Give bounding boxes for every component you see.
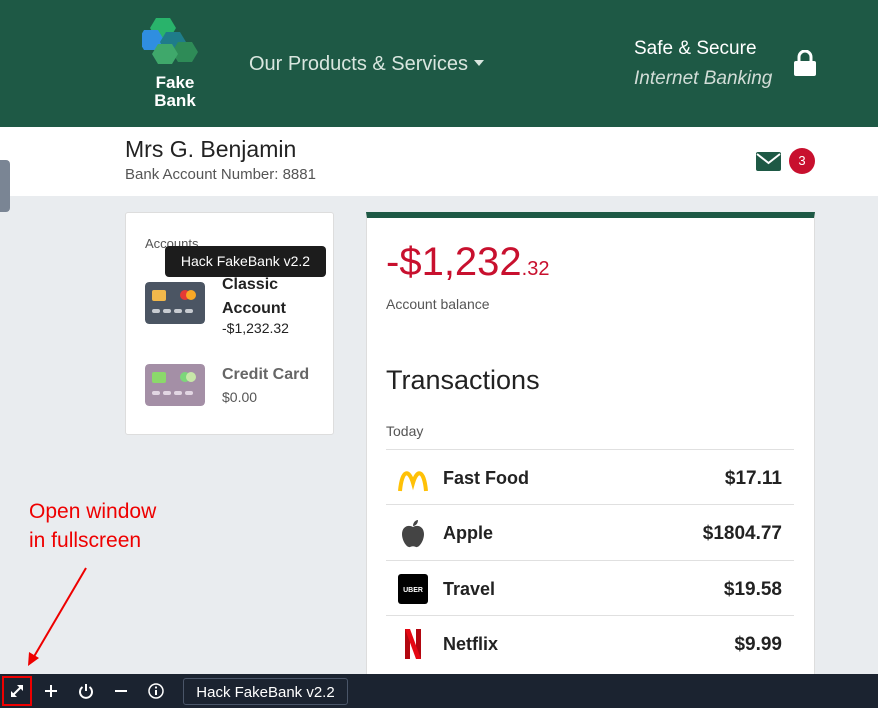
uber-icon: UBER [398,574,428,604]
info-button[interactable] [140,675,172,707]
transactions-title: Transactions [386,365,540,395]
side-drawer-handle[interactable] [0,160,10,212]
mail-icon[interactable] [756,152,781,171]
transaction-amount: $9.99 [734,634,782,655]
add-button[interactable] [35,675,67,707]
products-services-menu[interactable]: Our Products & Services [249,53,484,76]
netflix-icon [405,629,421,659]
transactions-group-today: Today [386,423,424,439]
plus-icon [45,685,57,697]
account-number: Bank Account Number: 8881 [125,166,316,183]
user-name: Mrs G. Benjamin [125,136,297,162]
account-item-classic[interactable]: Classic Account [222,273,312,321]
info-icon [148,683,164,699]
transaction-row[interactable]: UBER Travel $19.58 [386,560,794,616]
transaction-name: Apple [443,523,494,543]
svg-text:UBER: UBER [403,587,423,594]
minimize-button[interactable] [105,675,137,707]
internet-banking-text: Internet Banking [634,68,773,89]
transaction-name: Netflix [443,634,499,654]
tooltip: Hack FakeBank v2.2 [165,246,326,277]
transaction-row[interactable]: Netflix $9.99 [386,615,794,671]
annotation-arrow [28,567,87,666]
lock-icon [794,50,816,76]
transaction-name: Fast Food [443,468,529,488]
apple-icon [402,520,424,548]
account-item-credit-card[interactable]: Credit Card [222,366,309,384]
annotation-text: Open window in fullscreen [29,500,157,552]
transaction-amount: $1804.77 [702,523,782,544]
classic-card-icon[interactable] [145,282,205,324]
power-icon [79,684,93,699]
safe-secure-text: Safe & Secure [634,38,757,59]
balance-cents: .32 [521,258,550,280]
taskbar-window-tab[interactable]: Hack FakeBank v2.2 [183,678,348,705]
transaction-name: Travel [443,579,496,599]
classic-account-balance: -$1,232.32 [222,320,289,336]
power-button[interactable] [70,675,102,707]
transaction-amount: $19.58 [723,579,782,600]
messages-badge: 3 [789,148,815,174]
fakebank-logo[interactable] [142,18,210,70]
logo-text: Fake Bank [154,73,196,110]
credit-card-balance: $0.00 [222,389,258,405]
account-balance: -$1,232.32 [386,240,549,285]
products-services-label: Our Products & Services [249,53,468,75]
caret-down-icon [473,60,484,66]
expand-icon [11,685,23,697]
mcdonalds-icon [398,471,428,492]
transaction-row[interactable]: Fast Food $17.11 [386,449,794,505]
credit-card-icon[interactable] [145,364,205,406]
balance-label: Account balance [386,296,490,312]
fullscreen-button[interactable] [1,675,33,707]
minus-icon [115,690,127,692]
transaction-row[interactable]: Apple $1804.77 [386,504,794,560]
transaction-amount: $17.11 [724,468,782,489]
balance-whole: -$1,232 [386,240,522,284]
